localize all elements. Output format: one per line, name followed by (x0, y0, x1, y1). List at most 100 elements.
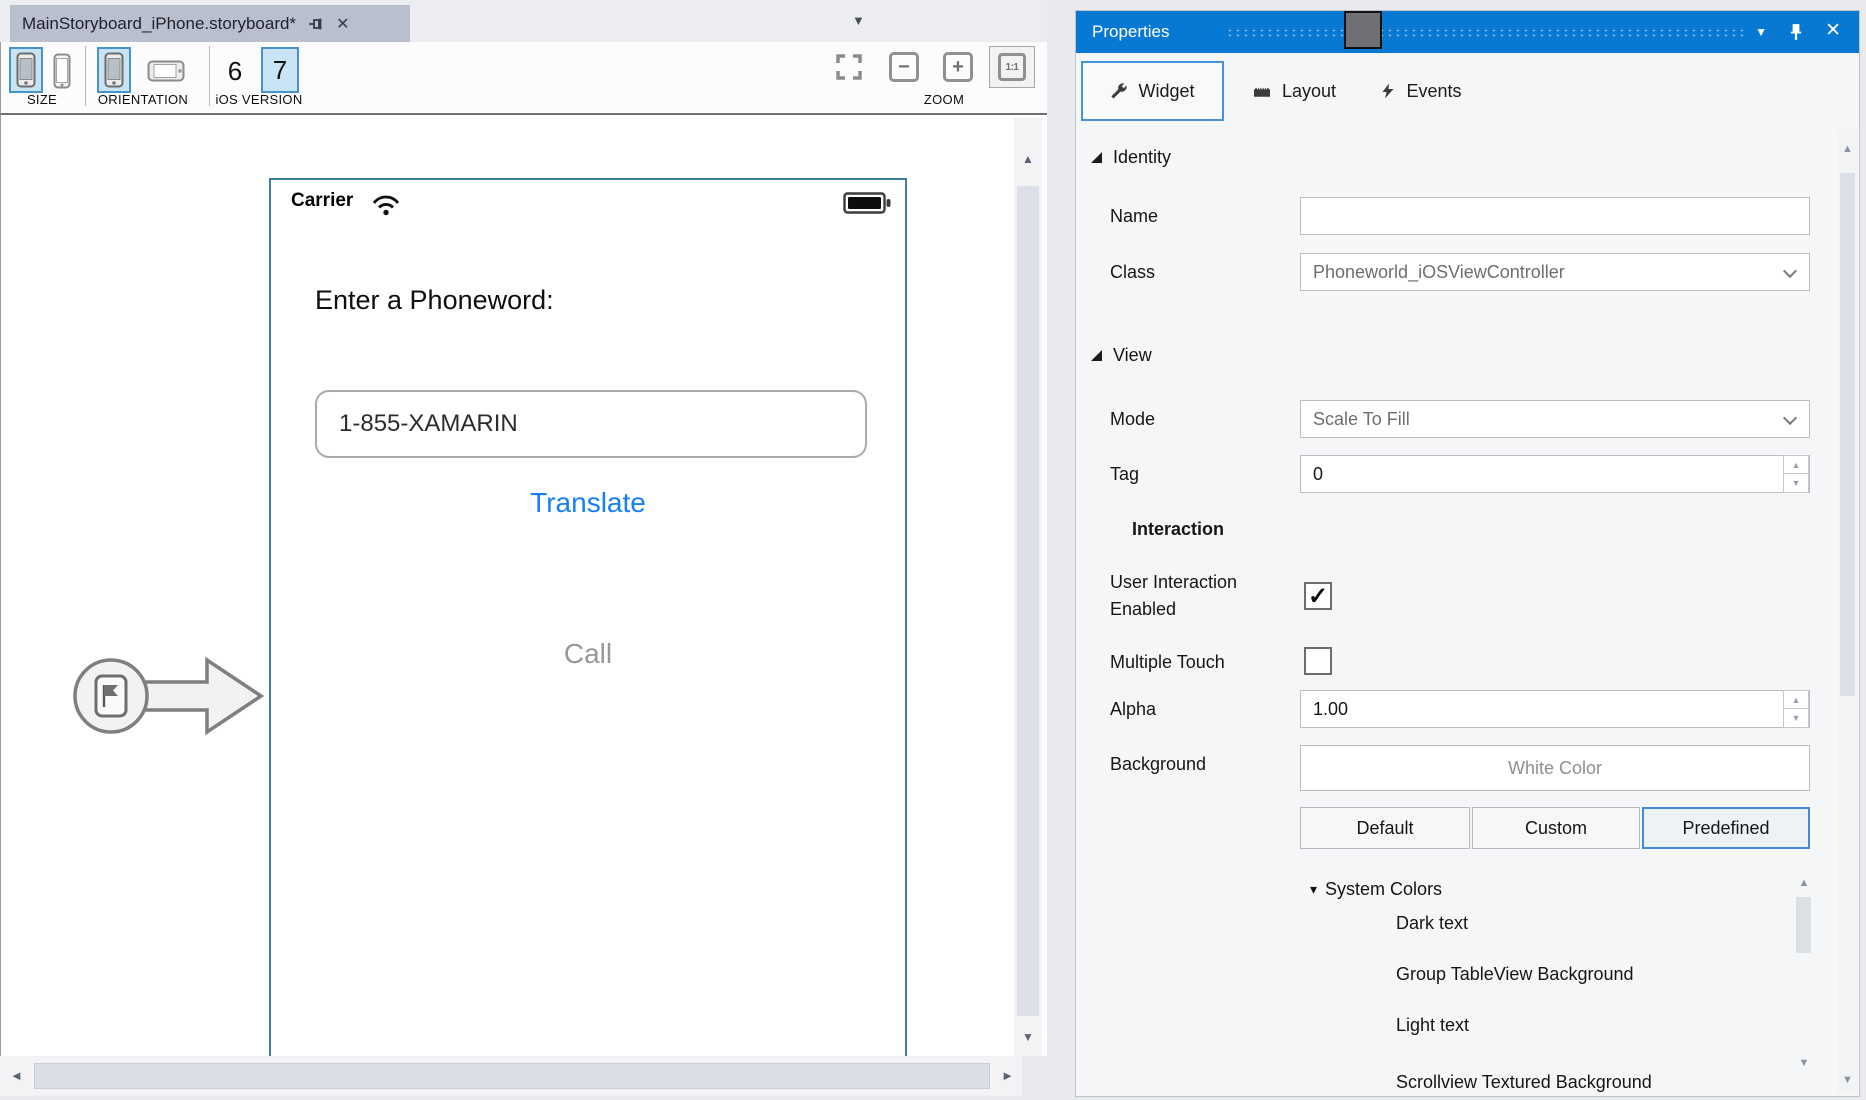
zoom-out-icon: − (898, 56, 910, 79)
background-default-button[interactable]: Default (1300, 807, 1470, 849)
collapse-arrow-icon: ▾ (1310, 881, 1317, 898)
wrench-icon (1110, 82, 1128, 100)
color-item-light-text[interactable]: Light text (1396, 1006, 1469, 1044)
interaction-subheader: Interaction (1132, 519, 1224, 540)
design-surface[interactable]: Carrier Enter a Phoneword: 1-855-XAMARIN… (0, 115, 1047, 1056)
editor-vertical-scrollbar[interactable]: ▲ ▼ (1014, 118, 1042, 1056)
document-tab-title: MainStoryboard_iPhone.storyboard* (22, 14, 296, 34)
color-swatch (1344, 11, 1382, 49)
scroll-down-icon[interactable]: ▼ (1838, 1074, 1857, 1086)
spinner-buttons[interactable]: ▲ ▼ (1783, 690, 1809, 728)
background-custom-button[interactable]: Custom (1472, 807, 1640, 849)
size-iphone35-button[interactable] (9, 47, 43, 93)
tab-events[interactable]: Events (1362, 61, 1480, 121)
mode-label: Mode (1110, 409, 1155, 430)
zoom-actual-size-button[interactable]: 1:1 (989, 46, 1035, 88)
phone-landscape-icon (147, 60, 185, 82)
class-combobox[interactable]: Phoneworld_iOSViewController (1300, 253, 1810, 291)
ios-version-6-button[interactable]: 6 (219, 51, 251, 91)
scroll-up-icon[interactable]: ▲ (1014, 152, 1042, 166)
editor-horizontal-scrollbar[interactable]: ◄ ► (0, 1056, 1022, 1096)
scroll-up-icon[interactable]: ▲ (1796, 877, 1812, 889)
call-button[interactable]: Call (271, 638, 905, 670)
vertical-scroll-thumb[interactable] (1017, 186, 1039, 1016)
zoom-out-button[interactable]: − (889, 52, 919, 82)
zoom-fit-button[interactable] (834, 52, 864, 82)
storyboard-editor: MainStoryboard_iPhone.storyboard* ✕ ▼ (0, 0, 1047, 1100)
tab-widget-label: Widget (1138, 81, 1194, 102)
phoneword-prompt-label: Enter a Phoneword: (315, 285, 554, 316)
color-list-scroll-thumb[interactable] (1796, 897, 1811, 953)
user-interaction-checkbox[interactable]: ✓ (1304, 582, 1332, 610)
iphone-tall-icon (53, 53, 71, 89)
spin-down-icon[interactable]: ▼ (1784, 709, 1808, 727)
name-input[interactable] (1300, 197, 1810, 235)
tab-list-dropdown-icon[interactable]: ▼ (852, 13, 865, 28)
spinner-buttons[interactable]: ▲ ▼ (1783, 455, 1809, 493)
phoneword-text-value: 1-855-XAMARIN (339, 410, 518, 438)
scroll-left-icon[interactable]: ◄ (10, 1068, 23, 1083)
tab-widget[interactable]: Widget (1081, 61, 1224, 121)
ios-version-group-label: iOS VERSION (207, 92, 311, 107)
background-color-field[interactable]: White Color (1300, 745, 1810, 791)
tag-value: 0 (1313, 464, 1323, 485)
properties-vertical-scrollbar[interactable]: ▲ ▼ (1838, 129, 1857, 1094)
ios-version-7-label: 7 (273, 55, 287, 86)
scroll-right-icon[interactable]: ► (1001, 1068, 1014, 1083)
properties-title: Properties (1092, 11, 1169, 53)
scroll-down-icon[interactable]: ▼ (1014, 1030, 1042, 1044)
iphone-portrait-icon (16, 52, 36, 88)
spin-down-icon[interactable]: ▼ (1784, 474, 1808, 492)
color-item-group-tableview-background[interactable]: Group TableView Background (1396, 955, 1634, 993)
identity-section-header[interactable]: Identity (1090, 147, 1171, 168)
scroll-down-icon[interactable]: ▼ (1796, 1057, 1812, 1069)
properties-title-bar[interactable]: Properties ▼ ✕ (1076, 11, 1859, 53)
chevron-down-icon (1783, 411, 1797, 425)
class-label: Class (1110, 262, 1155, 283)
system-colors-header[interactable]: ▾ System Colors (1310, 879, 1442, 900)
pin-icon[interactable] (1787, 20, 1805, 44)
name-label: Name (1110, 206, 1158, 227)
tab-layout-label: Layout (1282, 81, 1336, 102)
pin-icon[interactable] (308, 16, 324, 32)
carrier-status-label: Carrier (291, 190, 353, 212)
ios-version-7-button[interactable]: 7 (261, 47, 299, 93)
background-predefined-button[interactable]: Predefined (1642, 807, 1810, 849)
initial-view-segue-arrow[interactable] (67, 640, 267, 752)
properties-scroll-thumb[interactable] (1840, 173, 1855, 696)
alpha-label: Alpha (1110, 699, 1156, 720)
mode-combobox[interactable]: Scale To Fill (1300, 400, 1810, 438)
system-colors-label: System Colors (1325, 879, 1442, 900)
properties-panel: Properties ▼ ✕ Widget Layout (1075, 10, 1860, 1097)
chevron-down-icon (1783, 264, 1797, 278)
orientation-portrait-button[interactable] (97, 47, 131, 93)
close-tab-icon[interactable]: ✕ (336, 14, 349, 34)
scroll-up-icon[interactable]: ▲ (1838, 143, 1857, 155)
multiple-touch-checkbox[interactable] (1304, 647, 1332, 675)
zoom-in-icon: + (952, 56, 964, 79)
view-controller-canvas[interactable]: Carrier Enter a Phoneword: 1-855-XAMARIN… (269, 178, 907, 1056)
spin-up-icon[interactable]: ▲ (1784, 456, 1808, 474)
one-to-one-icon: 1:1 (998, 53, 1026, 81)
tag-spinner[interactable]: 0 ▲ ▼ (1300, 455, 1810, 493)
zoom-group-label: ZOOM (869, 92, 1019, 107)
window-menu-icon[interactable]: ▼ (1755, 25, 1767, 39)
zoom-in-button[interactable]: + (943, 52, 973, 82)
close-panel-icon[interactable]: ✕ (1825, 19, 1841, 42)
phoneword-text-field[interactable]: 1-855-XAMARIN (315, 390, 867, 458)
view-section-header[interactable]: View (1090, 345, 1152, 366)
document-tabstrip: MainStoryboard_iPhone.storyboard* ✕ ▼ (0, 0, 1047, 42)
orientation-landscape-button[interactable] (143, 58, 189, 84)
tag-label: Tag (1110, 464, 1139, 485)
titlebar-grip (1226, 28, 1747, 37)
alpha-spinner[interactable]: 1.00 ▲ ▼ (1300, 690, 1810, 728)
document-tab[interactable]: MainStoryboard_iPhone.storyboard* ✕ (10, 5, 410, 42)
color-item-dark-text[interactable]: Dark text (1396, 904, 1468, 942)
horizontal-scroll-thumb[interactable] (34, 1063, 990, 1089)
translate-button[interactable]: Translate (271, 487, 905, 519)
size-iphone4in-button[interactable] (47, 49, 77, 93)
color-item-scrollview-textured-background[interactable]: Scrollview Textured Background (1396, 1063, 1652, 1097)
spin-up-icon[interactable]: ▲ (1784, 691, 1808, 709)
alpha-value: 1.00 (1313, 699, 1348, 720)
tab-layout[interactable]: Layout (1234, 61, 1354, 121)
